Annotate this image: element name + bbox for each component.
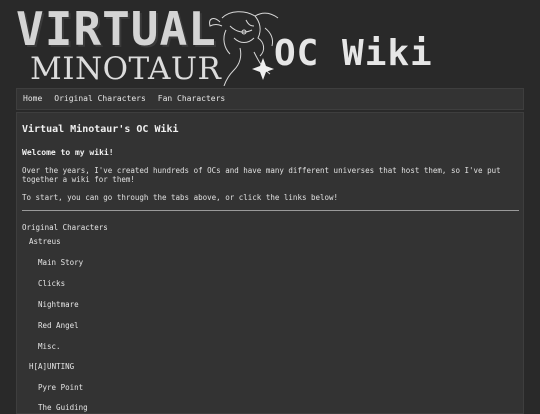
link-clicks[interactable]: Clicks: [38, 279, 65, 288]
site-header: VIRTUAL MINOTAUR OC Wiki: [0, 0, 540, 86]
welcome-heading: Welcome to my wiki!: [22, 148, 114, 157]
main-nav: Home Original Characters Fan Characters: [16, 88, 524, 110]
main-content: Virtual Minotaur's OC Wiki Welcome to my…: [16, 112, 524, 414]
link-red-angel[interactable]: Red Angel: [38, 321, 79, 330]
link-misc[interactable]: Misc.: [38, 342, 61, 351]
logo-oc-wiki-text: OC Wiki: [274, 33, 433, 74]
link-original-characters[interactable]: Original Characters: [22, 223, 108, 232]
link-nightmare[interactable]: Nightmare: [38, 300, 79, 309]
divider: [22, 210, 519, 211]
link-the-guiding[interactable]: The Guiding: [38, 403, 88, 412]
link-main-story[interactable]: Main Story: [38, 258, 83, 267]
link-haunting[interactable]: H[A]UNTING: [29, 362, 74, 371]
nav-fan-characters[interactable]: Fan Characters: [152, 89, 231, 109]
minotaur-line-art-icon: [209, 11, 279, 86]
nav-original-characters[interactable]: Original Characters: [48, 89, 152, 109]
nav-home[interactable]: Home: [17, 89, 48, 109]
instructions-paragraph: To start, you can go through the tabs ab…: [22, 193, 339, 202]
logo-virtual-text: VIRTUAL: [16, 2, 217, 56]
page-title: Virtual Minotaur's OC Wiki: [22, 124, 179, 135]
logo-minotaur-text: MINOTAUR: [30, 51, 222, 87]
intro-paragraph: Over the years, I've created hundreds of…: [22, 166, 501, 184]
link-pyre-point[interactable]: Pyre Point: [38, 383, 83, 392]
link-astreus[interactable]: Astreus: [29, 237, 61, 246]
